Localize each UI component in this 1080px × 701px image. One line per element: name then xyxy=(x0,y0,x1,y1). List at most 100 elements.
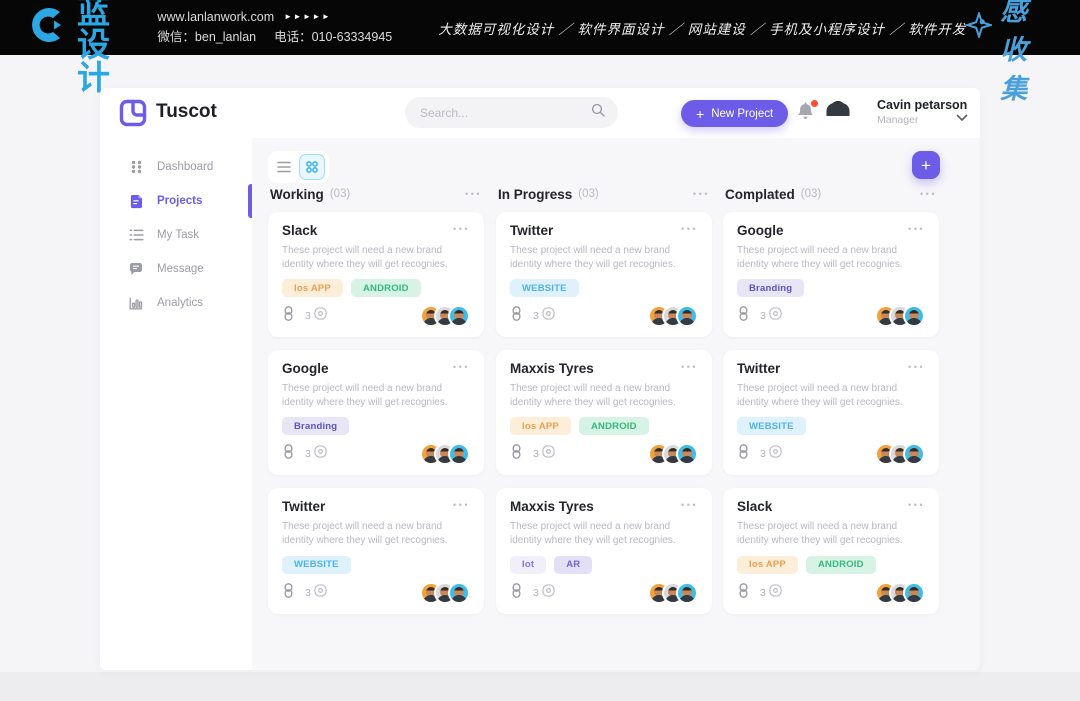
project-card[interactable]: Maxxis Tyres••• These project will need … xyxy=(496,350,712,475)
new-project-button[interactable]: + New Project xyxy=(681,100,788,127)
column-header: Complated (03) ••• xyxy=(723,185,939,203)
page-background-strip xyxy=(0,672,1080,701)
avatar-group xyxy=(648,582,698,604)
search-bar[interactable] xyxy=(405,97,618,128)
column-menu-dots[interactable]: ••• xyxy=(465,189,482,199)
attachment-count: 3 xyxy=(533,448,539,460)
comment-icon xyxy=(314,584,327,602)
project-card[interactable]: Slack••• These project will need a new b… xyxy=(723,488,939,613)
sidebar-item-label: Projects xyxy=(157,195,202,207)
link-icon xyxy=(510,306,523,326)
card-description: These project will need a new brand iden… xyxy=(282,520,470,547)
chevron-down-icon[interactable] xyxy=(956,109,968,127)
tag-android: ANDROID xyxy=(579,417,649,435)
comment-icon xyxy=(769,584,782,602)
user-avatar[interactable] xyxy=(836,95,840,116)
link-icon xyxy=(737,583,750,603)
notification-dot xyxy=(811,100,818,107)
card-menu-dots[interactable]: ••• xyxy=(453,224,470,234)
sidebar: Dashboard Projects My Task Message xyxy=(100,138,252,670)
list-view-icon[interactable] xyxy=(272,155,296,179)
column-header: In Progress (03) ••• xyxy=(496,185,712,203)
sidebar-item-analytics[interactable]: Analytics xyxy=(100,286,252,320)
comment-icon xyxy=(542,445,555,463)
banner-contact: www.lanlanwork.com►►►►► 微信：ben_lanlan电话：… xyxy=(157,8,392,47)
collect-label: 灵感收集 xyxy=(1000,0,1054,106)
project-card[interactable]: Twitter••• These project will need a new… xyxy=(723,350,939,475)
avatar xyxy=(676,443,698,465)
avatar-group xyxy=(648,305,698,327)
grid-view-icon[interactable] xyxy=(299,154,325,180)
comment-icon xyxy=(769,307,782,325)
sidebar-item-dashboard[interactable]: Dashboard xyxy=(100,150,252,184)
link-icon xyxy=(737,306,750,326)
card-menu-dots[interactable]: ••• xyxy=(681,500,698,510)
card-menu-dots[interactable]: ••• xyxy=(908,362,925,372)
user-info[interactable]: Cavin petarson Manager xyxy=(877,98,967,127)
card-title: Slack xyxy=(282,224,317,238)
lanlan-logo-icon xyxy=(26,4,68,51)
card-menu-dots[interactable]: ••• xyxy=(453,362,470,372)
card-menu-dots[interactable]: ••• xyxy=(908,224,925,234)
tag-android: ANDROID xyxy=(806,556,876,574)
plus-icon: + xyxy=(696,107,704,121)
view-toggle xyxy=(268,151,329,183)
column-title: In Progress xyxy=(498,187,572,202)
link-icon xyxy=(282,306,295,326)
avatar xyxy=(448,305,470,327)
avatar-group xyxy=(420,305,470,327)
avatar xyxy=(903,305,925,327)
column-menu-dots[interactable]: ••• xyxy=(920,189,937,199)
tag-ios-app: Ios APP xyxy=(510,417,571,435)
project-card[interactable]: Google••• These project will need a new … xyxy=(723,212,939,337)
card-title: Google xyxy=(282,362,329,376)
banner-website[interactable]: www.lanlanwork.com xyxy=(157,10,274,24)
attachment-count: 3 xyxy=(533,310,539,322)
arrows-decoration: ►►►►► xyxy=(284,12,331,21)
message-chat-icon xyxy=(128,262,144,276)
promo-banner: 蓝蓝设计 www.lanlanwork.com►►►►► 微信：ben_lanl… xyxy=(0,0,1080,55)
attachment-count: 3 xyxy=(305,310,311,322)
search-icon[interactable] xyxy=(591,103,605,122)
attachment-count: 3 xyxy=(533,587,539,599)
link-icon xyxy=(510,583,523,603)
project-card[interactable]: Twitter••• These project will need a new… xyxy=(268,488,484,613)
sparkle-icon xyxy=(966,12,992,43)
column-menu-dots[interactable]: ••• xyxy=(693,189,710,199)
card-menu-dots[interactable]: ••• xyxy=(681,362,698,372)
search-input[interactable] xyxy=(418,105,591,121)
avatar-group xyxy=(420,582,470,604)
comment-icon xyxy=(542,584,555,602)
notification-bell-icon[interactable] xyxy=(796,102,816,124)
card-menu-dots[interactable]: ••• xyxy=(681,224,698,234)
column-count: (03) xyxy=(330,188,350,200)
dashboard-grid-icon xyxy=(128,160,144,174)
card-menu-dots[interactable]: ••• xyxy=(453,500,470,510)
avatar-group xyxy=(875,582,925,604)
card-title: Maxxis Tyres xyxy=(510,362,594,376)
app-window: Tuscot + New Project Cavin petarson Mana… xyxy=(100,88,980,670)
avatar xyxy=(903,582,925,604)
tag-website: WEBSITE xyxy=(737,417,806,435)
card-menu-dots[interactable]: ••• xyxy=(908,500,925,510)
card-title: Twitter xyxy=(510,224,553,238)
sidebar-item-label: Analytics xyxy=(157,297,203,309)
add-column-button[interactable]: + xyxy=(912,151,940,179)
project-card[interactable]: Twitter••• These project will need a new… xyxy=(496,212,712,337)
column-in-progress: In Progress (03) ••• Twitter••• These pr… xyxy=(496,185,712,627)
sidebar-item-message[interactable]: Message xyxy=(100,252,252,286)
project-card[interactable]: Slack••• These project will need a new b… xyxy=(268,212,484,337)
tag-branding: Branding xyxy=(737,279,804,297)
column-header: Working (03) ••• xyxy=(268,185,484,203)
card-description: These project will need a new brand iden… xyxy=(737,382,925,409)
card-description: These project will need a new brand iden… xyxy=(737,244,925,271)
link-icon xyxy=(737,444,750,464)
attachment-count: 3 xyxy=(760,310,766,322)
project-card[interactable]: Google••• These project will need a new … xyxy=(268,350,484,475)
project-card[interactable]: Maxxis Tyres••• These project will need … xyxy=(496,488,712,613)
lanlan-logo-group: 蓝蓝设计 xyxy=(26,0,135,94)
column-complated: Complated (03) ••• Google••• These proje… xyxy=(723,185,939,627)
sidebar-item-projects[interactable]: Projects xyxy=(100,184,252,218)
sidebar-item-my-task[interactable]: My Task xyxy=(100,218,252,252)
tag-iot: Iot xyxy=(510,556,546,574)
